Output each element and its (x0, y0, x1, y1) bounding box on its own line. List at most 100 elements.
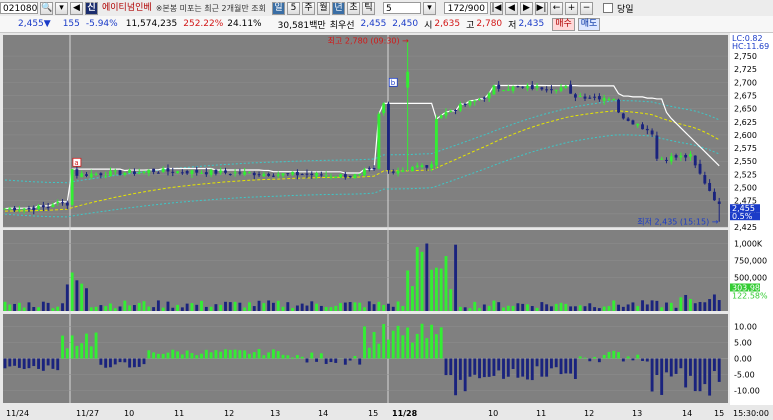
candle-body (113, 170, 117, 172)
volume-bar (516, 303, 520, 311)
candle-body (612, 98, 616, 100)
oscillator-bar (583, 357, 587, 359)
candle-body (267, 173, 271, 176)
scroll-left-icon[interactable]: ← (549, 1, 563, 15)
today-checkbox[interactable] (602, 3, 613, 13)
oscillator-bar (324, 358, 328, 364)
period-year-button[interactable]: 년 (331, 1, 345, 15)
volume-bar (463, 307, 467, 311)
volume-bar (410, 286, 414, 311)
volume-bar (506, 305, 510, 311)
info-icon[interactable]: 신 (85, 1, 98, 15)
oscillator-bar (176, 351, 179, 359)
x-tick-label: 13 (270, 409, 280, 418)
search-icon[interactable]: 🔍 (40, 1, 53, 15)
oscillator-bar (219, 351, 223, 359)
candle-body (358, 173, 362, 175)
interval-input[interactable]: 5 (382, 2, 421, 14)
period-week-button[interactable]: 주 (301, 1, 315, 15)
sell-button[interactable]: 매도 (577, 17, 601, 31)
candle-body (51, 204, 55, 208)
candle-body (621, 113, 625, 119)
oscillator-bar (70, 335, 74, 359)
candle-body (142, 171, 146, 173)
oscillator-bar (569, 358, 573, 374)
last-page-icon[interactable]: ▶| (534, 1, 548, 15)
period-day-button[interactable]: 일 (271, 1, 285, 15)
x-tick-label: 10 (488, 409, 498, 418)
candle-body (200, 172, 203, 174)
volume-bar (449, 289, 453, 311)
volume-bar (209, 306, 213, 311)
candle-body (650, 130, 654, 135)
oscillator-bar (444, 358, 448, 376)
period-interval-button[interactable]: 5 (286, 1, 300, 15)
candle-body (588, 97, 592, 99)
zoom-out-icon[interactable]: − (579, 1, 593, 15)
buy-button[interactable]: 매수 (552, 17, 575, 31)
count-input[interactable]: 172/900 (443, 2, 488, 14)
period-second-button[interactable]: 초 (346, 1, 360, 15)
candle-body (597, 96, 601, 100)
stock-name[interactable]: 에이티넘인베 (100, 2, 154, 14)
prev-arrow-icon[interactable]: ◀ (70, 1, 83, 15)
volume-pane (3, 230, 728, 311)
period-tick-button[interactable]: 틱 (361, 1, 375, 15)
next-page-icon[interactable]: ▶ (519, 1, 533, 15)
candle-body (545, 89, 549, 91)
candle-body (382, 103, 386, 114)
candle-body (439, 115, 443, 118)
volume-bar (300, 303, 304, 311)
volume-bar (511, 305, 515, 311)
volume-bar (602, 306, 606, 311)
volume-bar (444, 256, 448, 311)
candle-body (698, 163, 702, 174)
oscillator-bar (252, 352, 256, 359)
prev-page-icon[interactable]: ◀ (504, 1, 518, 15)
oscillator-bar (142, 358, 146, 365)
candle-body (583, 96, 587, 99)
oscillator-bar (257, 349, 261, 359)
change-percent: -5.94% (85, 19, 118, 29)
oscillator-bar (243, 350, 247, 359)
oscillator-bar (61, 335, 64, 359)
volume-bar (17, 302, 21, 311)
oscillator-bar (717, 358, 721, 382)
oscillator-bar (655, 358, 659, 375)
oscillator-bar (37, 358, 40, 369)
candle-body (13, 207, 17, 211)
volume-bar (195, 304, 199, 311)
volume-bar (593, 307, 597, 311)
price-pane (3, 35, 728, 227)
code-input[interactable]: 021080 (0, 2, 38, 14)
oscillator-bar (439, 327, 443, 359)
candle-body (415, 165, 419, 168)
candle-body (497, 84, 501, 89)
stock-chart[interactable]: 2,4252,4502,4752,5002,5252,5502,5752,600… (0, 33, 773, 420)
open-price: 2,635 (434, 19, 461, 29)
volume-bar (41, 301, 45, 311)
oscillator-bar (41, 358, 45, 371)
volume-bar (132, 305, 136, 311)
candle-body (674, 155, 678, 158)
zoom-in-icon[interactable]: + (564, 1, 578, 15)
oscillator-bar (56, 358, 60, 371)
oscillator-bar (391, 330, 395, 359)
volume-value: 11,574,235 (125, 19, 178, 29)
chevron-down-icon[interactable]: ▾ (55, 1, 68, 15)
price-tick-label: 2,675 (734, 91, 757, 100)
volume-ratio-badge-label: 122.58% (732, 291, 768, 300)
candle-body (693, 155, 697, 166)
oscillator-bar (684, 358, 688, 388)
candle-body (118, 170, 122, 175)
interval-dropdown-icon[interactable]: ▾ (422, 1, 436, 15)
high-annotation: 최고 2,780 (09:30) → (328, 35, 410, 45)
candle-body (689, 154, 692, 157)
candle-body (324, 175, 328, 177)
volume-bar (176, 304, 179, 311)
x-tick-label: 11 (536, 409, 546, 418)
oscillator-bar (703, 358, 707, 385)
period-month-button[interactable]: 월 (316, 1, 330, 15)
volume-bar (679, 297, 683, 311)
first-page-icon[interactable]: |◀ (489, 1, 503, 15)
